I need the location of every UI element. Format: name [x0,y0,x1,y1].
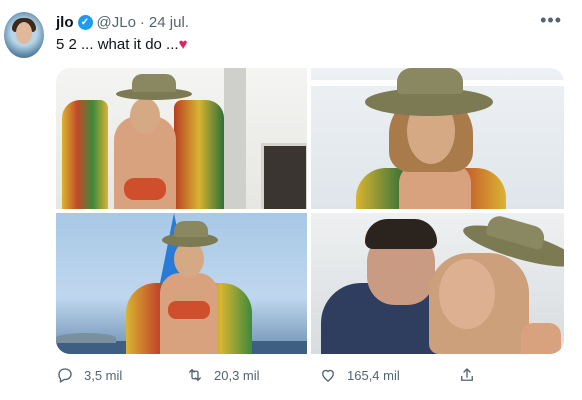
reply-button[interactable]: 3,5 mil [56,366,122,384]
woman-face [439,259,495,329]
heart-outline-icon [322,369,334,382]
tweet-text: 5 2 ... what it do ...♥ [56,36,187,53]
avatar[interactable] [4,12,44,58]
tweet: jlo ✓ @JLo · 24 jul. ••• 5 2 ... what it… [0,0,582,400]
scarf-left [62,100,108,209]
reply-count: 3,5 mil [84,367,123,383]
face [130,98,160,134]
scarf-right [174,100,224,209]
reply-icon [58,368,72,383]
media-grid [56,68,564,354]
man-hair [365,219,437,249]
media-photo-2[interactable] [311,68,564,209]
tweet-actions: 3,5 mil 20,3 mil 165,4 mil [56,366,526,388]
like-count: 165,4 mil [347,367,400,383]
doorway [261,143,307,209]
retweet-count: 20,3 mil [214,367,260,383]
retweet-button[interactable]: 20,3 mil [186,366,260,384]
user-handle[interactable]: @JLo [97,14,136,31]
verified-badge-icon: ✓ [77,15,93,30]
top [168,301,210,319]
hat-crown [397,68,463,94]
media-photo-4[interactable] [311,213,564,354]
hand [521,323,561,354]
avatar-face [16,22,32,44]
share-button[interactable] [458,366,476,384]
separator-dot: · [139,14,145,31]
share-icon [461,368,473,381]
tweet-header: jlo ✓ @JLo · 24 jul. [56,14,189,31]
media-photo-1[interactable] [56,68,307,209]
media-photo-3[interactable] [56,213,307,354]
boat-pillar [224,68,246,209]
top [124,178,166,200]
more-options-icon[interactable]: ••• [540,10,562,31]
hat-crown [174,221,208,237]
distant-hill [56,333,116,343]
tweet-date[interactable]: 24 jul. [149,14,189,31]
display-name[interactable]: jlo [56,14,74,31]
retweet-icon [189,368,201,382]
hat-crown [132,74,176,92]
heart-emoji-icon: ♥ [178,36,188,53]
tweet-body: 5 2 ... what it do ... [56,36,179,53]
like-button[interactable]: 165,4 mil [319,366,400,384]
